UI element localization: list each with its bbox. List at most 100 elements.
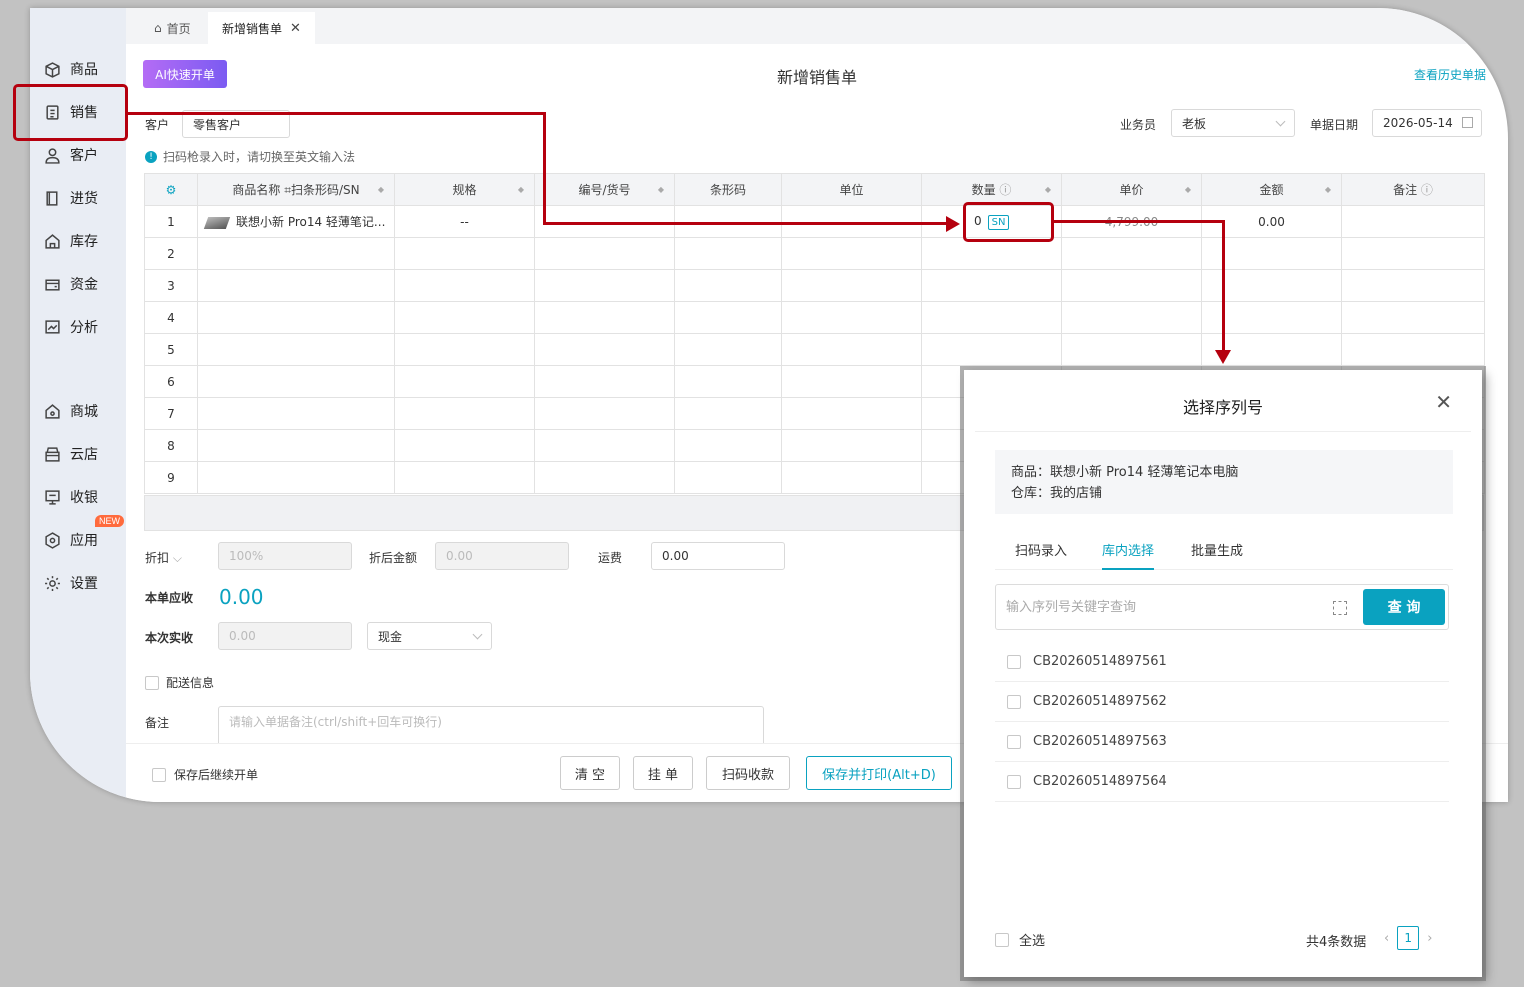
- sidebar-item-funds[interactable]: 资金: [44, 271, 98, 297]
- gear-icon[interactable]: ⚙: [166, 183, 177, 197]
- sidebar-item-inventory[interactable]: 库存: [44, 228, 98, 254]
- discount-label[interactable]: 折扣 ⌵: [145, 549, 182, 566]
- received-field[interactable]: 0.00: [218, 622, 352, 650]
- column-settings[interactable]: ⚙: [144, 173, 198, 206]
- serial-checkbox[interactable]: [1007, 654, 1021, 669]
- chevron-down-icon: [472, 629, 483, 640]
- freight-field[interactable]: 0.00: [651, 542, 785, 570]
- close-icon[interactable]: ✕: [1435, 392, 1452, 412]
- serial-number-dialog: 选择序列号 ✕ 商品：联想小新 Pro14 轻薄笔记本电脑 仓库：我的店铺 扫码…: [964, 370, 1482, 977]
- remark-cell[interactable]: [1341, 205, 1485, 238]
- tab-home[interactable]: ⌂ 首页: [140, 12, 205, 44]
- spec-cell[interactable]: --: [394, 205, 535, 238]
- column-header[interactable]: 商品名称 ⌗扫条形码/SN ◆: [197, 173, 395, 206]
- serial-search-input[interactable]: [1006, 595, 1326, 619]
- continue-checkbox[interactable]: [152, 767, 166, 782]
- salesman-select[interactable]: 老板: [1171, 109, 1295, 137]
- column-header[interactable]: 编号/货号 ◆: [534, 173, 675, 206]
- sidebar-item-analysis[interactable]: 分析: [44, 314, 98, 340]
- tab-scan-entry[interactable]: 扫码录入: [1015, 540, 1067, 570]
- list-item[interactable]: CB20260514897561: [995, 642, 1449, 682]
- tab-stock-select[interactable]: 库内选择: [1102, 540, 1155, 570]
- sidebar-item-label: 设置: [70, 576, 98, 592]
- sidebar-item-mall[interactable]: 商城: [44, 398, 98, 424]
- header-code: 编号/货号: [578, 183, 631, 197]
- sort-icon: ◆: [517, 185, 524, 194]
- list-item[interactable]: CB20260514897563: [995, 722, 1449, 762]
- sidebar-item-cloud-store[interactable]: 云店: [44, 441, 98, 467]
- row-number: 7: [144, 397, 198, 430]
- sidebar-item-label: 进货: [70, 191, 98, 207]
- table-row[interactable]: 3: [144, 269, 1485, 302]
- save-print-button[interactable]: 保存并打印(Alt+D): [806, 756, 952, 790]
- apps-icon: [44, 531, 61, 549]
- store-icon: [44, 446, 61, 463]
- chart-icon: [44, 319, 61, 336]
- chevron-right-icon[interactable]: ›: [1427, 931, 1432, 946]
- delivery-info[interactable]: 配送信息: [145, 674, 214, 691]
- header-remark: 备注: [1393, 183, 1418, 197]
- header-amount: 金额: [1259, 183, 1284, 197]
- annotation-line: [1054, 220, 1225, 223]
- serial-number: CB20260514897563: [1033, 734, 1167, 749]
- serial-checkbox[interactable]: [1007, 774, 1021, 789]
- list-item[interactable]: CB20260514897564: [995, 762, 1449, 802]
- hold-button[interactable]: 挂 单: [633, 756, 693, 790]
- header-spec: 规格: [452, 183, 477, 197]
- table-row[interactable]: 5: [144, 333, 1485, 366]
- sidebar-item-apps[interactable]: 应用: [44, 527, 98, 553]
- list-item[interactable]: CB20260514897562: [995, 682, 1449, 722]
- date-field[interactable]: 2026-05-14: [1372, 109, 1482, 137]
- sidebar-item-settings[interactable]: 设置: [44, 570, 98, 596]
- chevron-left-icon[interactable]: ‹: [1384, 931, 1389, 946]
- column-header[interactable]: 单价 ◆: [1061, 173, 1202, 206]
- tab-new-sales-order[interactable]: 新增销售单 ✕: [208, 12, 315, 44]
- column-header[interactable]: 条形码: [674, 173, 782, 206]
- column-header[interactable]: 数量 ⓘ ◆: [921, 173, 1062, 206]
- table-row[interactable]: 4: [144, 301, 1485, 334]
- column-header[interactable]: 金额 ◆: [1201, 173, 1342, 206]
- tab-batch-generate[interactable]: 批量生成: [1191, 540, 1243, 570]
- annotation-line: [543, 112, 546, 225]
- continue-label: 保存后继续开单: [174, 768, 259, 782]
- column-header[interactable]: 单位: [781, 173, 922, 206]
- serial-checkbox[interactable]: [1007, 694, 1021, 709]
- tab-bar: ⌂ 首页 新增销售单 ✕: [126, 8, 1508, 44]
- column-header[interactable]: 规格 ◆: [394, 173, 535, 206]
- row-number: 1: [144, 205, 198, 238]
- sidebar-item-label: 商城: [70, 404, 98, 420]
- delivery-checkbox[interactable]: [145, 675, 159, 690]
- chevron-down-icon: [1275, 116, 1286, 127]
- column-header[interactable]: 备注 ⓘ: [1341, 173, 1485, 206]
- header-scan: 扫条形码/SN: [290, 183, 360, 197]
- payment-method-select[interactable]: 现金: [367, 622, 492, 650]
- wallet-icon: [44, 276, 61, 293]
- clear-button[interactable]: 清 空: [560, 756, 620, 790]
- page-button[interactable]: 1: [1397, 926, 1420, 950]
- serial-search-box: 查 询: [995, 584, 1449, 630]
- serial-checkbox[interactable]: [1007, 734, 1021, 749]
- table-row[interactable]: 2: [144, 237, 1485, 270]
- history-link[interactable]: 查看历史单据: [1414, 66, 1486, 83]
- serial-number: CB20260514897562: [1033, 694, 1167, 709]
- continue-option[interactable]: 保存后继续开单: [152, 766, 258, 783]
- sidebar-item-label: 商品: [70, 62, 98, 78]
- salesman-label: 业务员: [1120, 118, 1157, 132]
- product-name-cell[interactable]: 联想小新 Pro14 轻薄笔记...: [197, 205, 395, 238]
- after-discount-label: 折后金额: [369, 551, 418, 565]
- header-barcode: 条形码: [709, 183, 746, 197]
- remark-textarea[interactable]: 请输入单据备注(ctrl/shift+回车可换行): [218, 706, 764, 746]
- sidebar-item-purchase[interactable]: 进货: [44, 185, 98, 211]
- close-icon[interactable]: ✕: [290, 21, 301, 36]
- after-discount-field[interactable]: 0.00: [435, 542, 569, 570]
- select-all[interactable]: 全选: [995, 930, 1045, 949]
- search-button[interactable]: 查 询: [1363, 589, 1445, 625]
- scan-icon[interactable]: [1333, 601, 1347, 615]
- select-all-checkbox[interactable]: [995, 932, 1009, 947]
- sidebar-item-cashier[interactable]: 收银: [44, 484, 98, 510]
- sidebar-item-customer[interactable]: 客户: [44, 142, 98, 168]
- discount-field[interactable]: 100%: [218, 542, 352, 570]
- scan-pay-button[interactable]: 扫码收款: [706, 756, 790, 790]
- row-number: 5: [144, 333, 198, 366]
- sidebar-item-goods[interactable]: 商品: [44, 56, 98, 82]
